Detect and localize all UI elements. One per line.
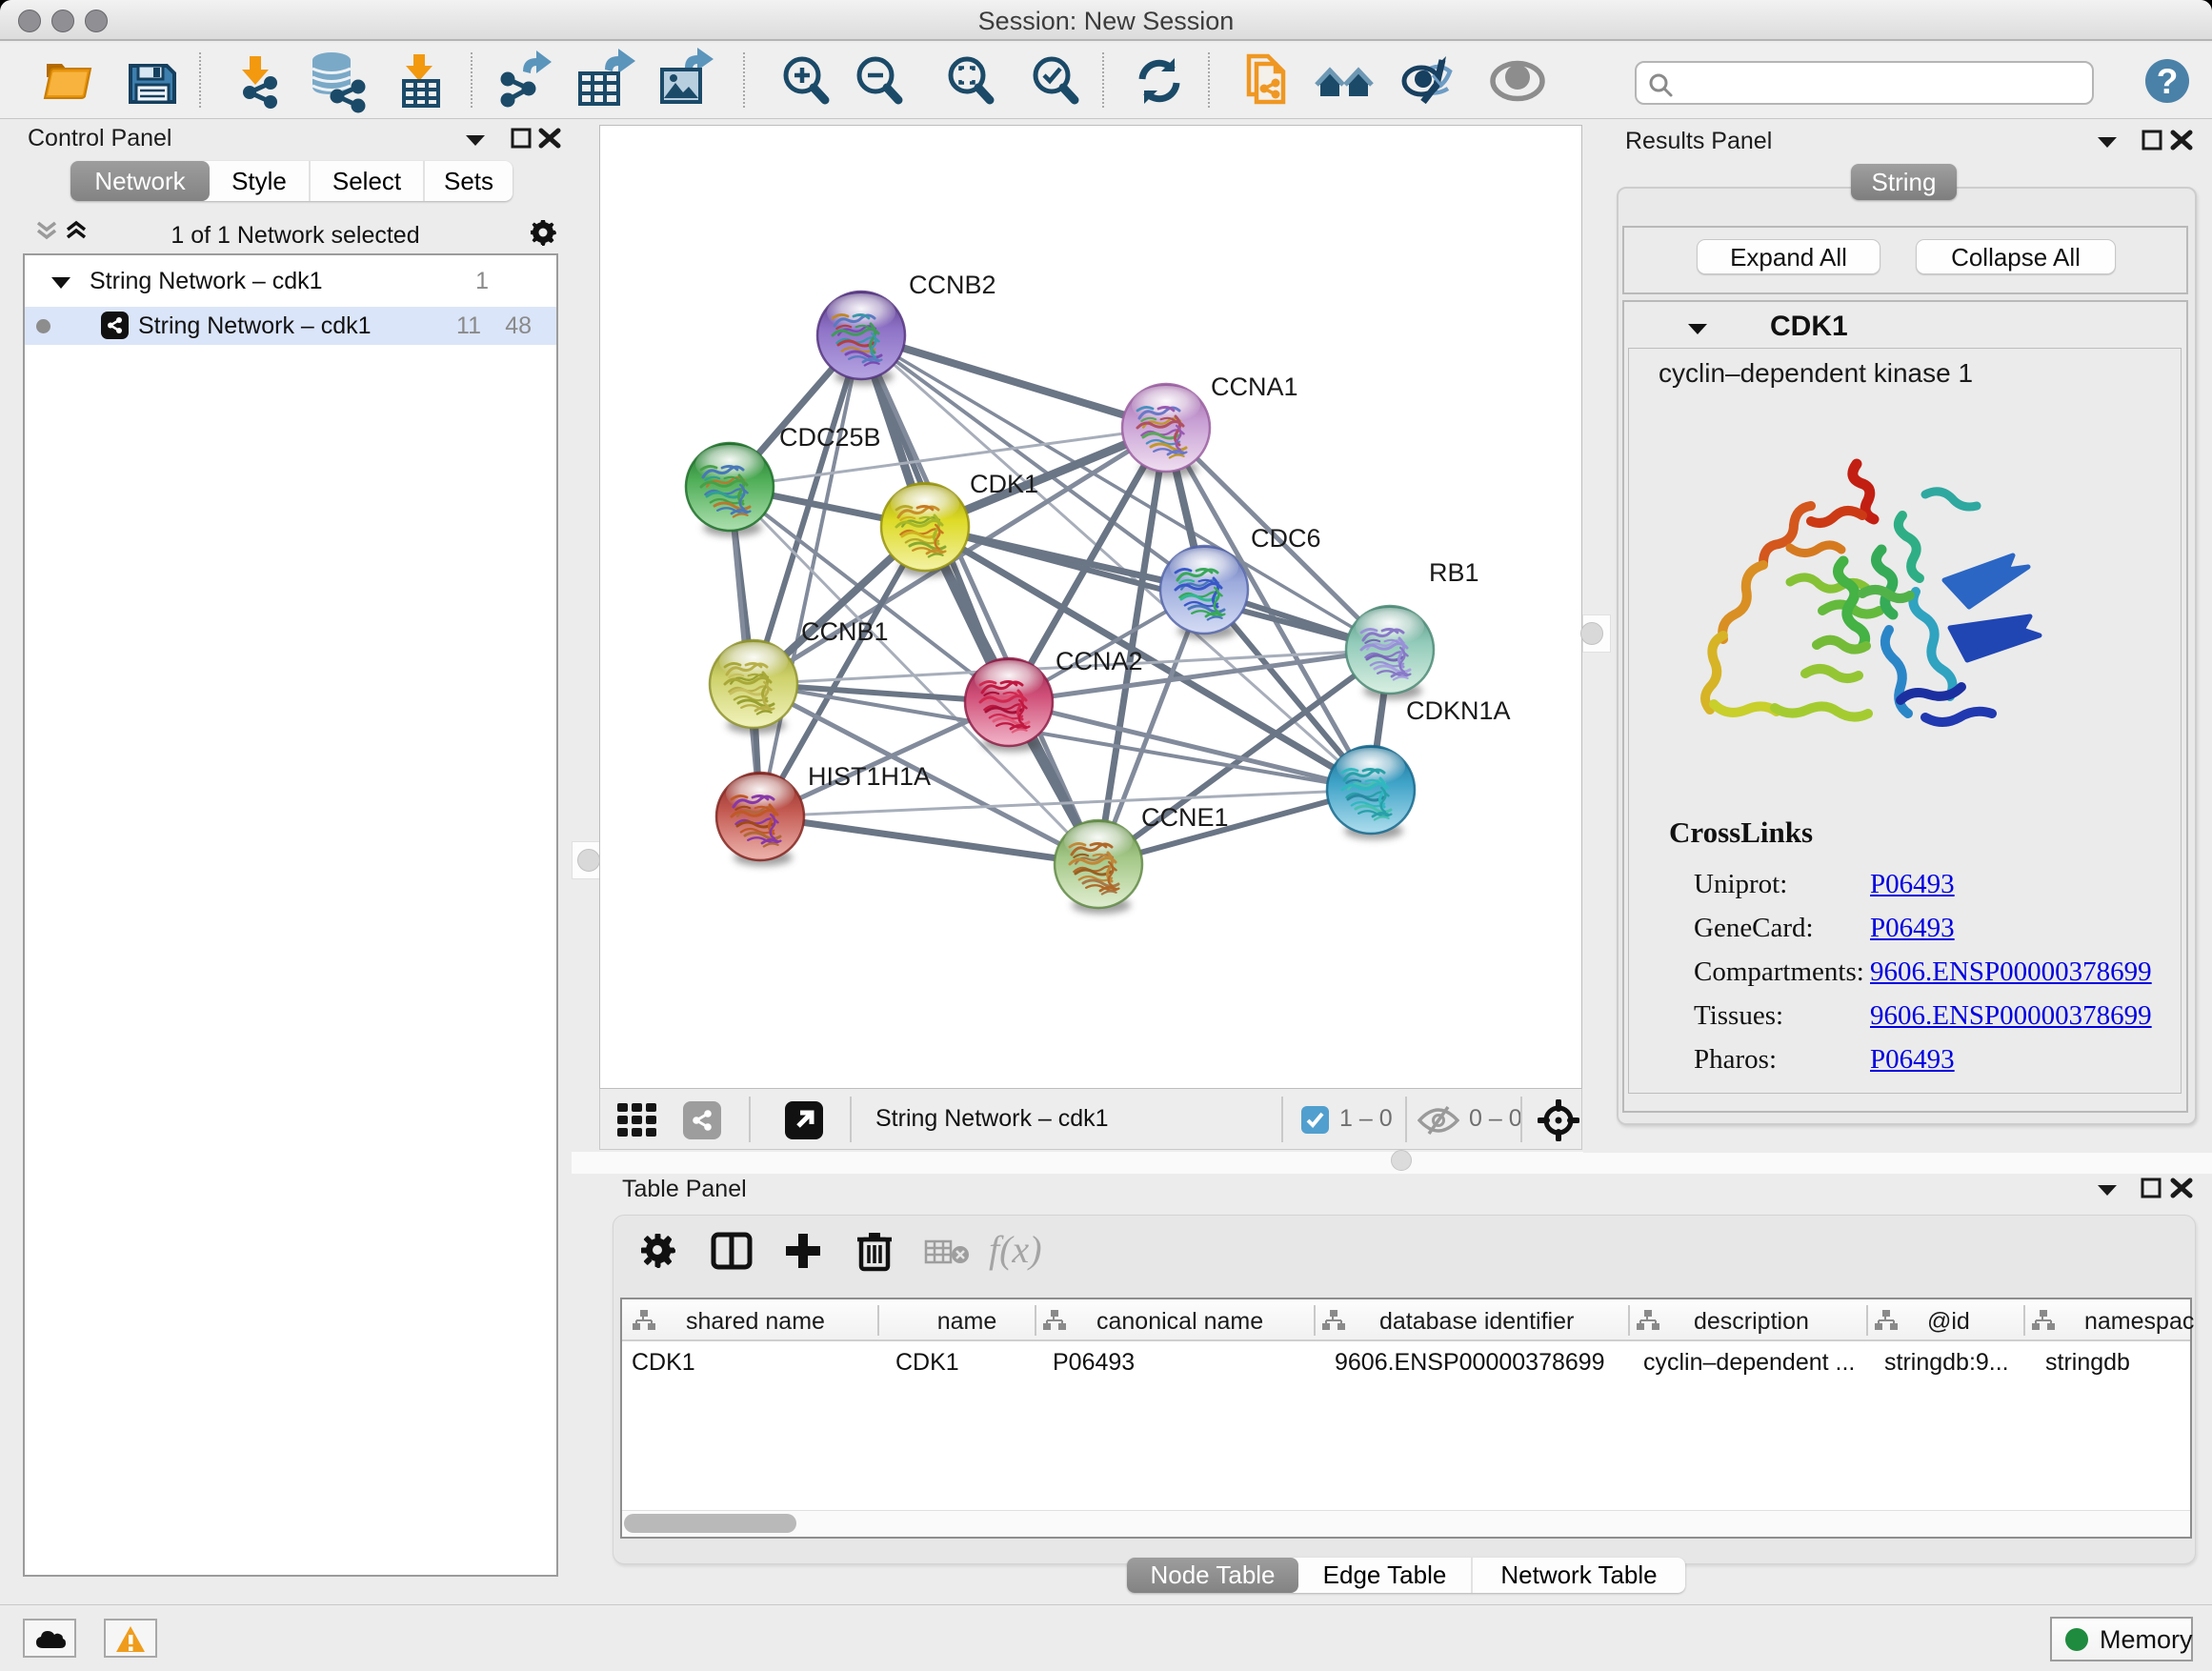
svg-text:CCNA2: CCNA2 (1056, 647, 1143, 675)
svg-text:CCNB1: CCNB1 (801, 617, 889, 646)
svg-text:CDKN1A: CDKN1A (1406, 696, 1511, 725)
svg-text:RB1: RB1 (1429, 558, 1479, 587)
svg-text:CDC25B: CDC25B (779, 423, 881, 452)
svg-text:CDK1: CDK1 (970, 470, 1038, 498)
svg-text:CCNA1: CCNA1 (1211, 372, 1298, 401)
svg-text:CCNB2: CCNB2 (909, 271, 996, 299)
svg-text:?: ? (2157, 62, 2179, 101)
svg-text:CCNE1: CCNE1 (1141, 803, 1229, 832)
svg-text:HIST1H1A: HIST1H1A (808, 762, 931, 791)
svg-text:CDC6: CDC6 (1251, 524, 1321, 553)
